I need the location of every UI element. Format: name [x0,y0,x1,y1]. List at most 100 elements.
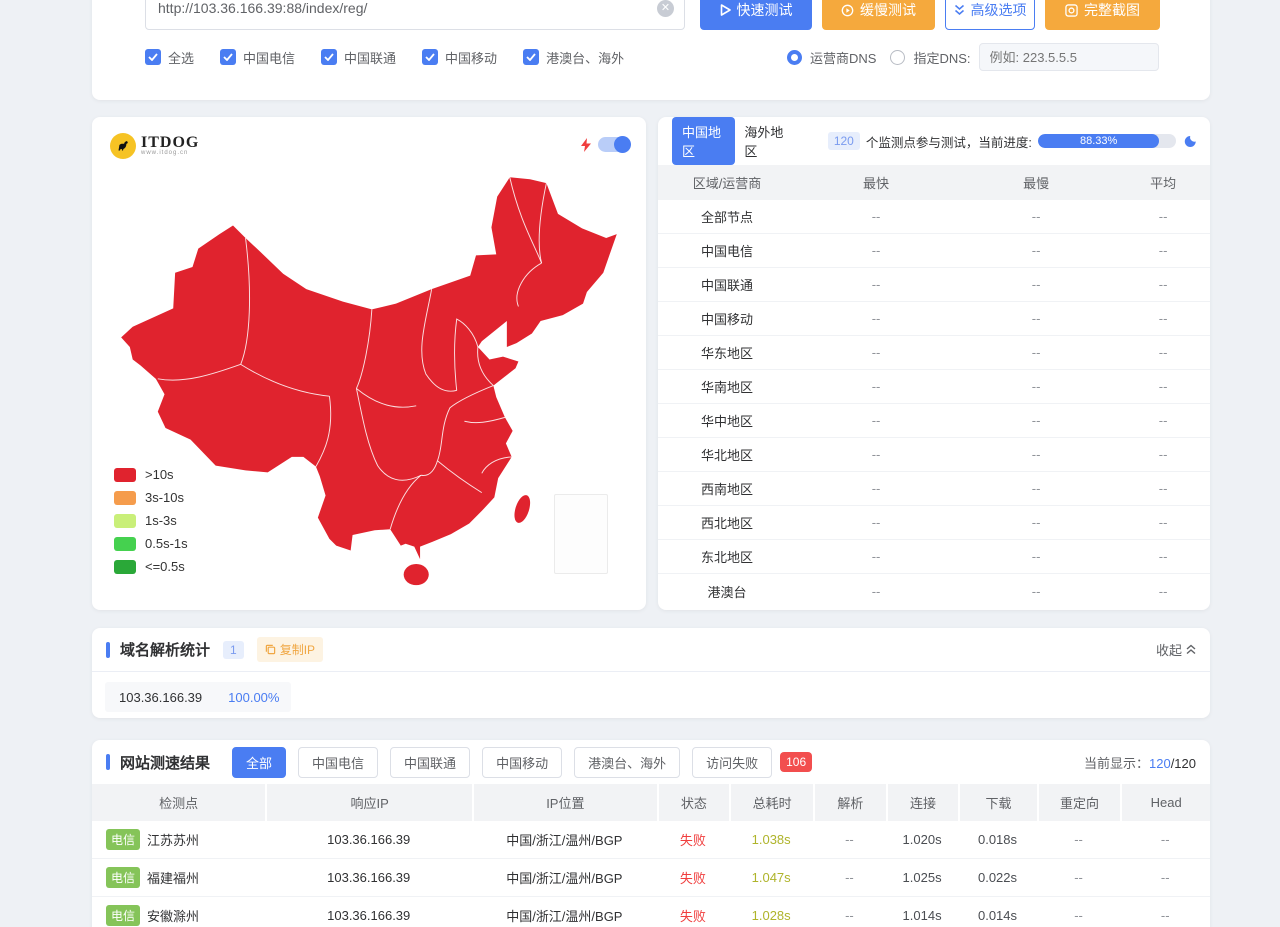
checkbox-china-telecom[interactable]: 中国电信 [220,48,295,67]
cell-download: 0.014s [958,908,1036,923]
dns-option-row: 运营商DNS 指定DNS: [787,43,1159,71]
resolved-ip-percent: 100.00% [228,690,279,705]
copy-icon [265,644,276,655]
checkbox-select-all[interactable]: 全选 [145,48,194,67]
cell-status: 失败 [657,906,730,925]
results-title: 网站测速结果 [120,752,210,773]
legend-label: <=0.5s [145,559,185,574]
filter-telecom-button[interactable]: 中国电信 [298,747,378,778]
checkbox-label: 全选 [168,48,194,67]
full-screenshot-button[interactable]: 完整截图 [1045,0,1160,30]
custom-dns-radio[interactable] [890,50,905,65]
filter-all-button[interactable]: 全部 [232,747,286,778]
url-input[interactable] [145,0,685,30]
region-table-header: 区域/运营商 最快 最慢 平均 [658,165,1210,200]
cell-status: 失败 [657,868,730,887]
quick-test-button[interactable]: 快速测试 [700,0,812,30]
timer-icon [841,4,854,17]
filter-failed-button[interactable]: 访问失败 [692,747,772,778]
slow-test-label: 缓慢测试 [860,0,916,20]
custom-dns-input[interactable] [979,43,1159,71]
cell-download: 0.018s [958,832,1036,847]
legend-item: 1s-3s [114,513,188,528]
row-name: 中国移动 [658,309,796,328]
checkbox-checked-icon [145,49,161,65]
cell-dns-parse: -- [813,908,886,923]
advanced-options-label: 高级选项 [971,0,1027,20]
filter-hmt-overseas-button[interactable]: 港澳台、海外 [574,747,680,778]
cell-avg: -- [1116,481,1210,496]
cell-slow: -- [956,243,1116,258]
tab-overseas-region[interactable]: 海外地区 [744,122,787,160]
cell-avg: -- [1116,209,1210,224]
cell-avg: -- [1116,311,1210,326]
cell-slow: -- [956,345,1116,360]
resolved-ip-item[interactable]: 103.36.166.39 100.00% [105,682,291,712]
progress-bar: 88.33% [1038,134,1176,148]
legend-label: >10s [145,467,174,482]
filter-unicom-button[interactable]: 中国联通 [390,747,470,778]
col-region-isp: 区域/运营商 [658,173,796,192]
cell-avg: -- [1116,243,1210,258]
cell-head: -- [1120,908,1209,923]
col-slowest: 最慢 [956,173,1116,192]
table-row: 华南地区------ [658,370,1210,404]
cell-avg: -- [1116,345,1210,360]
dns-stats-title: 域名解析统计 [120,639,210,660]
cell-connect: 1.025s [886,870,959,885]
cell-head: -- [1120,832,1209,847]
table-row: 华东地区------ [658,336,1210,370]
copy-ip-button[interactable]: 复制IP [257,637,323,662]
slow-test-button[interactable]: 缓慢测试 [822,0,935,30]
cell-total-time: 1.028s [729,908,813,923]
cell-connect: 1.014s [886,908,959,923]
node-name: 江苏苏州 [147,830,199,849]
table-row: 电信福建福州 103.36.166.39 中国/浙江/温州/BGP 失败 1.0… [92,859,1210,897]
filter-mobile-button[interactable]: 中国移动 [482,747,562,778]
progress-fill: 88.33% [1038,134,1160,148]
legend-swatch [114,468,136,482]
cell-slow: -- [956,481,1116,496]
clear-url-icon[interactable]: ✕ [657,0,674,17]
legend-label: 1s-3s [145,513,177,528]
fail-count-badge: 106 [780,752,812,772]
south-sea-inset-map [554,494,608,574]
cell-slow: -- [956,379,1116,394]
cell-response-ip: 103.36.166.39 [265,832,472,847]
node-name: 安徽滁州 [147,906,199,925]
cell-fast: -- [796,209,956,224]
carrier-dns-radio[interactable] [787,50,802,65]
advanced-options-button[interactable]: 高级选项 [945,0,1035,30]
checkbox-checked-icon [523,49,539,65]
table-row: 中国电信------ [658,234,1210,268]
isp-badge: 电信 [106,867,140,888]
checkbox-china-unicom[interactable]: 中国联通 [321,48,396,67]
cell-fast: -- [796,584,956,599]
legend-item: 0.5s-1s [114,536,188,551]
cell-head: -- [1120,870,1209,885]
col-redirect: 重定向 [1037,784,1121,821]
col-average: 平均 [1116,173,1210,192]
cell-avg: -- [1116,515,1210,530]
tab-china-region[interactable]: 中国地区 [672,117,735,165]
checkbox-hmt-overseas[interactable]: 港澳台、海外 [523,48,624,67]
row-name: 全部节点 [658,207,796,226]
toolbar-card: ✕ 快速测试 缓慢测试 高级选项 完整截图 全选 中国电信 中国联通 中国移动 [92,0,1210,100]
copy-ip-label: 复制IP [280,641,315,658]
col-fastest: 最快 [796,173,956,192]
legend-label: 3s-10s [145,490,184,505]
legend-item: 3s-10s [114,490,188,505]
collapse-label: 收起 [1156,640,1182,659]
checkbox-china-mobile[interactable]: 中国移动 [422,48,497,67]
double-chevron-up-icon [1186,644,1196,655]
region-panel: 中国地区 海外地区 120 个监测点参与测试，当前进度: 88.33% 区域/运… [658,117,1210,610]
cell-fast: -- [796,549,956,564]
cell-ip-location: 中国/浙江/温州/BGP [472,868,656,887]
col-ip-location: IP位置 [472,784,656,821]
cell-download: 0.022s [958,870,1036,885]
results-card: 网站测速结果 全部 中国电信 中国联通 中国移动 港澳台、海外 访问失败 106… [92,740,1210,927]
col-connect: 连接 [886,784,959,821]
cell-fast: -- [796,447,956,462]
cell-fast: -- [796,379,956,394]
collapse-toggle[interactable]: 收起 [1156,640,1196,659]
